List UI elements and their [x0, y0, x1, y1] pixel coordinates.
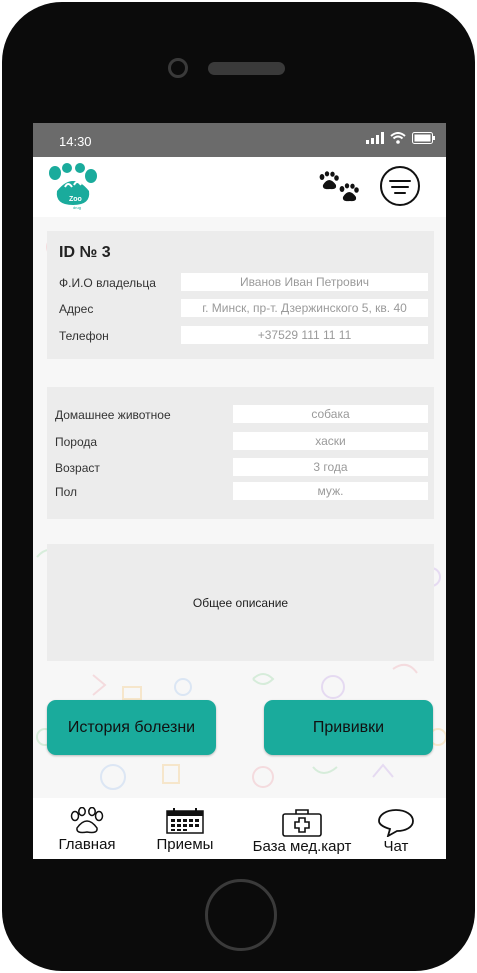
front-camera [168, 58, 188, 78]
age-field[interactable]: 3 года [233, 458, 428, 476]
app-screen: 14:30 Zoo drug ID № 3 Ф.И.О владельца Ив… [33, 123, 446, 859]
chat-bubble-icon [378, 809, 414, 837]
general-description-card[interactable]: Общее описание [47, 544, 434, 661]
pet-info-card: Домашнее животное собака Порода хаски Во… [47, 387, 434, 519]
menu-line [394, 192, 406, 194]
home-button[interactable] [205, 879, 277, 951]
sex-field[interactable]: муж. [233, 482, 428, 500]
breed-field[interactable]: хаски [233, 432, 428, 450]
address-label: Адрес [59, 302, 94, 316]
phone-label: Телефон [59, 329, 109, 343]
medkit-icon [282, 809, 322, 837]
calendar-icon [166, 808, 204, 834]
tab-medical-records[interactable]: База мед.карт [249, 798, 355, 859]
zoo-logo[interactable]: Zoo drug [45, 163, 99, 211]
bottom-tab-bar: Главная Приемы База мед.карт Чат [33, 798, 446, 859]
breed-label: Порода [55, 435, 98, 449]
tab-chat-label: Чат [383, 838, 409, 855]
paw-icon [70, 807, 104, 834]
wifi-icon [390, 132, 406, 144]
pets-icon[interactable] [316, 171, 360, 205]
signal-icon [366, 132, 384, 144]
record-id-title: ID № 3 [59, 244, 111, 261]
logo-text: Zoo [69, 196, 82, 203]
filter-menu-button[interactable] [380, 166, 420, 206]
owner-name-label: Ф.И.О владельца [59, 276, 156, 290]
earpiece-speaker [208, 62, 285, 75]
tab-chat[interactable]: Чат [369, 798, 423, 859]
medical-history-button[interactable]: История болезни [47, 700, 216, 755]
menu-line [389, 180, 411, 182]
phone-field[interactable]: +37529 111 11 11 [181, 326, 428, 344]
status-time: 14:30 [59, 134, 92, 149]
vaccinations-button[interactable]: Прививки [264, 700, 433, 755]
general-description-label: Общее описание [192, 596, 289, 610]
menu-line [391, 186, 409, 188]
tab-appointments[interactable]: Приемы [145, 798, 225, 859]
owner-info-card: ID № 3 Ф.И.О владельца Иванов Иван Петро… [47, 231, 434, 359]
pet-type-field[interactable]: собака [233, 405, 428, 423]
tab-home[interactable]: Главная [45, 798, 129, 859]
age-label: Возраст [55, 461, 100, 475]
battery-icon [412, 132, 435, 144]
status-bar: 14:30 [33, 123, 446, 157]
medical-card-content: ID № 3 Ф.И.О владельца Иванов Иван Петро… [33, 217, 446, 798]
logo-subtext: drug [73, 205, 81, 210]
tab-medical-records-label: База мед.карт [252, 838, 352, 855]
app-header: Zoo drug [33, 157, 446, 217]
status-icons [366, 132, 436, 144]
pet-type-label: Домашнее животное [55, 408, 171, 422]
owner-name-field[interactable]: Иванов Иван Петрович [181, 273, 428, 291]
tab-appointments-label: Приемы [156, 836, 214, 853]
tab-home-label: Главная [58, 836, 116, 853]
sex-label: Пол [55, 485, 78, 499]
address-field[interactable]: г. Минск, пр-т. Дзержинского 5, кв. 40 [181, 299, 428, 317]
